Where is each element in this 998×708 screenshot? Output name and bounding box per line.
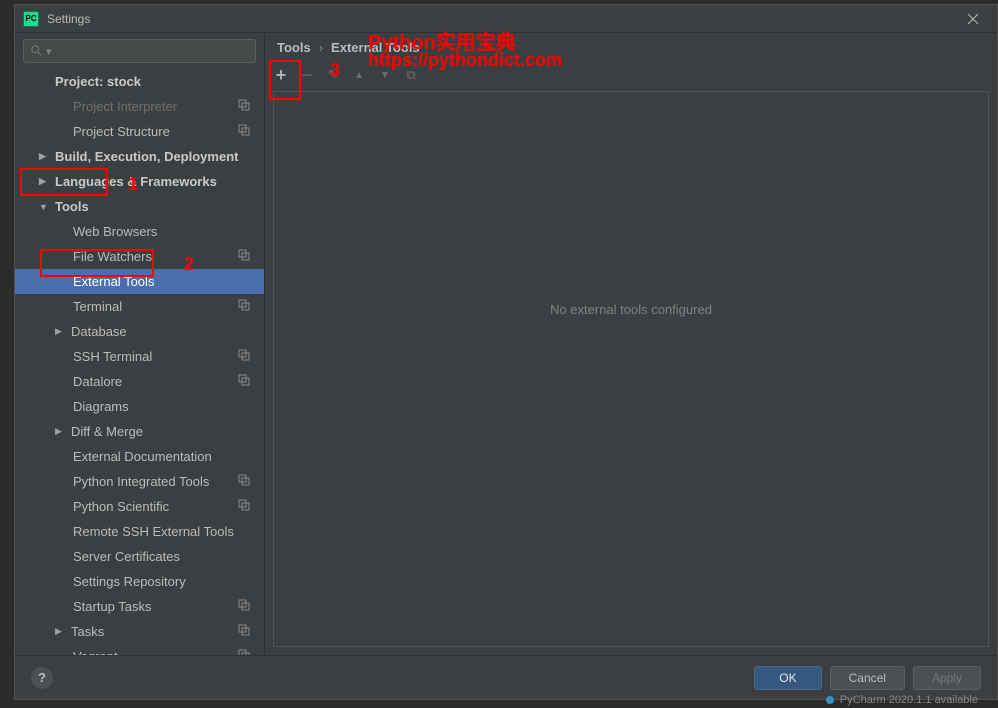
sidebar-item-label: Tools: [55, 199, 89, 214]
empty-state-text: No external tools configured: [550, 302, 712, 317]
sidebar-item-label: Web Browsers: [73, 224, 157, 239]
sidebar-item-vagrant[interactable]: Vagrant: [15, 644, 264, 655]
project-scope-icon: [238, 499, 250, 514]
sidebar-item-label: External Documentation: [73, 449, 212, 464]
sidebar-item-label: Project: stock: [55, 74, 141, 89]
sidebar-item-label: File Watchers: [73, 249, 152, 264]
chevron-down-icon: ▼: [39, 202, 51, 212]
sidebar-item-label: Datalore: [73, 374, 122, 389]
sidebar-item-datalore[interactable]: Datalore: [15, 369, 264, 394]
sidebar-item-python-integrated-tools[interactable]: Python Integrated Tools: [15, 469, 264, 494]
pycharm-icon: PC: [23, 11, 39, 27]
sidebar-item-project-stock[interactable]: Project: stock: [15, 69, 264, 94]
sidebar-item-build-execution-deployment[interactable]: ▶ Build, Execution, Deployment: [15, 144, 264, 169]
titlebar: PC Settings: [15, 5, 997, 33]
sidebar-item-label: Diff & Merge: [71, 424, 143, 439]
sidebar-item-label: Terminal: [73, 299, 122, 314]
sidebar-item-label: SSH Terminal: [73, 349, 152, 364]
sidebar-item-tasks[interactable]: ▶ Tasks: [15, 619, 264, 644]
sidebar-item-database[interactable]: ▶ Database: [15, 319, 264, 344]
sidebar-item-external-documentation[interactable]: External Documentation: [15, 444, 264, 469]
project-scope-icon: [238, 374, 250, 389]
sidebar-item-diff-merge[interactable]: ▶ Diff & Merge: [15, 419, 264, 444]
sidebar-item-tools[interactable]: ▼ Tools: [15, 194, 264, 219]
sidebar-item-label: External Tools: [73, 274, 154, 289]
sidebar-item-external-tools[interactable]: External Tools: [15, 269, 264, 294]
window-title: Settings: [47, 12, 957, 26]
remove-button[interactable]: −: [295, 63, 319, 87]
project-scope-icon: [238, 649, 250, 655]
ok-button[interactable]: OK: [754, 666, 821, 690]
breadcrumb-external-tools: External Tools: [331, 40, 420, 55]
sidebar-item-settings-repository[interactable]: Settings Repository: [15, 569, 264, 594]
sidebar-item-python-scientific[interactable]: Python Scientific: [15, 494, 264, 519]
help-button[interactable]: ?: [31, 667, 53, 689]
ide-statusbar: PyCharm 2020.1.1 available: [826, 692, 998, 708]
sidebar-item-label: Remote SSH External Tools: [73, 524, 234, 539]
move-down-button[interactable]: ▼: [373, 63, 397, 87]
tools-list-panel: No external tools configured: [273, 91, 989, 647]
copy-button[interactable]: ⧉: [399, 63, 423, 87]
sidebar-item-languages-frameworks[interactable]: ▶ Languages & Frameworks: [15, 169, 264, 194]
sidebar-item-server-certificates[interactable]: Server Certificates: [15, 544, 264, 569]
sidebar-item-file-watchers[interactable]: File Watchers: [15, 244, 264, 269]
move-up-button[interactable]: ▲: [347, 63, 371, 87]
sidebar-item-label: Startup Tasks: [73, 599, 152, 614]
settings-dialog: PC Settings ▾ Project: stock Project Inte…: [14, 4, 998, 700]
project-scope-icon: [238, 349, 250, 364]
sidebar-item-label: Tasks: [71, 624, 104, 639]
apply-button[interactable]: Apply: [913, 666, 981, 690]
cancel-button[interactable]: Cancel: [830, 666, 905, 690]
chevron-right-icon: ▶: [39, 151, 51, 162]
chevron-right-icon: ▶: [55, 426, 67, 437]
breadcrumb-separator: ›: [319, 40, 323, 55]
project-scope-icon: [238, 299, 250, 314]
sidebar-item-ssh-terminal[interactable]: SSH Terminal: [15, 344, 264, 369]
sidebar-item-label: Settings Repository: [73, 574, 186, 589]
sidebar-item-label: Build, Execution, Deployment: [55, 149, 238, 164]
chevron-right-icon: ▶: [55, 626, 67, 637]
sidebar-item-label: Diagrams: [73, 399, 129, 414]
sidebar-item-label: Python Integrated Tools: [73, 474, 209, 489]
sidebar-item-project-interpreter[interactable]: Project Interpreter: [15, 94, 264, 119]
edit-button[interactable]: ✎: [321, 63, 345, 87]
content-pane: Tools › External Tools + − ✎ ▲ ▼ ⧉ No ex…: [265, 33, 997, 655]
sidebar-item-project-structure[interactable]: Project Structure: [15, 119, 264, 144]
project-scope-icon: [238, 99, 250, 114]
project-scope-icon: [238, 624, 250, 639]
sidebar-item-label: Vagrant: [73, 649, 118, 655]
project-scope-icon: [238, 249, 250, 264]
project-scope-icon: [238, 124, 250, 139]
sidebar-item-diagrams[interactable]: Diagrams: [15, 394, 264, 419]
sidebar-item-label: Server Certificates: [73, 549, 180, 564]
sidebar-item-web-browsers[interactable]: Web Browsers: [15, 219, 264, 244]
project-scope-icon: [238, 474, 250, 489]
sidebar-item-remote-ssh-external-tools[interactable]: Remote SSH External Tools: [15, 519, 264, 544]
sidebar-item-label: Project Structure: [73, 124, 170, 139]
chevron-right-icon: ▶: [39, 176, 51, 187]
breadcrumb: Tools › External Tools: [265, 33, 997, 61]
sidebar-item-label: Python Scientific: [73, 499, 169, 514]
sidebar-item-label: Languages & Frameworks: [55, 174, 217, 189]
search-input[interactable]: ▾: [23, 39, 256, 63]
project-scope-icon: [238, 599, 250, 614]
breadcrumb-tools: Tools: [277, 40, 311, 55]
sidebar-item-label: Database: [71, 324, 127, 339]
sidebar-item-label: Project Interpreter: [73, 99, 177, 114]
sidebar-item-terminal[interactable]: Terminal: [15, 294, 264, 319]
statusbar-text: PyCharm 2020.1.1 available: [840, 694, 978, 706]
update-indicator-icon: [826, 696, 834, 704]
toolbar: + − ✎ ▲ ▼ ⧉: [265, 61, 997, 89]
chevron-right-icon: ▶: [55, 326, 67, 337]
sidebar-item-startup-tasks[interactable]: Startup Tasks: [15, 594, 264, 619]
sidebar: ▾ Project: stockProject InterpreterProje…: [15, 33, 265, 655]
add-button[interactable]: +: [269, 63, 293, 87]
close-icon[interactable]: [957, 5, 989, 33]
settings-tree[interactable]: Project: stock Project Interpreter Project…: [15, 69, 264, 655]
